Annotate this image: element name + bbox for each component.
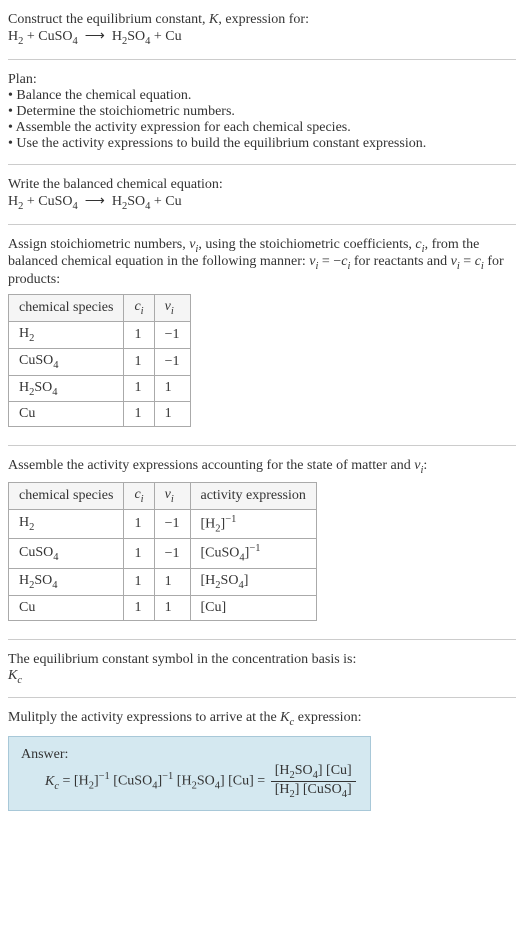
col-species: chemical species — [9, 295, 124, 322]
plan-item: • Use the activity expressions to build … — [8, 136, 516, 152]
stoich-text: Assign stoichiometric numbers, νi, using… — [8, 237, 516, 289]
cell-vi: 1 — [154, 402, 190, 427]
cell-ae: [Cu] — [190, 595, 316, 620]
table-row: CuSO4 1 −1 [CuSO4]−1 — [9, 539, 317, 568]
col-ae: activity expression — [190, 483, 316, 510]
cell-ci: 1 — [124, 568, 154, 595]
cell-vi: 1 — [154, 375, 190, 402]
cell-ae: [CuSO4]−1 — [190, 539, 316, 568]
answer-formula: Kc = [H2]−1 [CuSO4]−1 [H2SO4] [Cu] = [H2… — [21, 763, 358, 800]
col-ci: ci — [124, 295, 154, 322]
cell-species: Cu — [9, 402, 124, 427]
cell-vi: −1 — [154, 539, 190, 568]
col-species: chemical species — [9, 483, 124, 510]
cell-ci: 1 — [124, 348, 154, 375]
answer-box: Answer: Kc = [H2]−1 [CuSO4]−1 [H2SO4] [C… — [8, 736, 371, 811]
cell-ci: 1 — [124, 375, 154, 402]
cell-ae: [H2]−1 — [190, 509, 316, 538]
plan-item: • Assemble the activity expression for e… — [8, 120, 516, 136]
prompt-line1: Construct the equilibrium constant, K, e… — [8, 12, 516, 28]
mult-section: Mulitply the activity expressions to arr… — [8, 706, 516, 822]
cell-vi: −1 — [154, 321, 190, 348]
table-row: H2 1 −1 — [9, 321, 191, 348]
cell-vi: −1 — [154, 348, 190, 375]
cell-species: CuSO4 — [9, 348, 124, 375]
stoich-section: Assign stoichiometric numbers, νi, using… — [8, 233, 516, 438]
col-vi: νi — [154, 295, 190, 322]
cell-species: H2 — [9, 321, 124, 348]
table-row: Cu 1 1 [Cu] — [9, 595, 317, 620]
cell-vi: 1 — [154, 595, 190, 620]
table-row: CuSO4 1 −1 — [9, 348, 191, 375]
cell-vi: 1 — [154, 568, 190, 595]
table-row: H2SO4 1 1 — [9, 375, 191, 402]
activity-section: Assemble the activity expressions accoun… — [8, 454, 516, 630]
cell-ci: 1 — [124, 321, 154, 348]
cell-species: H2SO4 — [9, 568, 124, 595]
balanced-section: Write the balanced chemical equation: H2… — [8, 173, 516, 216]
cell-species: CuSO4 — [9, 539, 124, 568]
table-row: H2 1 −1 [H2]−1 — [9, 509, 317, 538]
table-row: H2SO4 1 1 [H2SO4] — [9, 568, 317, 595]
symbol-value: Kc — [8, 668, 516, 686]
cell-ci: 1 — [124, 595, 154, 620]
plan-item-text: Use the activity expressions to build th… — [16, 136, 426, 151]
balanced-heading: Write the balanced chemical equation: — [8, 177, 516, 193]
cell-ci: 1 — [124, 402, 154, 427]
plan-heading: Plan: — [8, 72, 516, 88]
cell-species: Cu — [9, 595, 124, 620]
plan-item: • Determine the stoichiometric numbers. — [8, 104, 516, 120]
col-ci: ci — [124, 483, 154, 510]
cell-species: H2 — [9, 509, 124, 538]
stoich-table: chemical species ci νi H2 1 −1 CuSO4 1 −… — [8, 294, 191, 427]
table-row: Cu 1 1 — [9, 402, 191, 427]
prompt-equation: H2 + CuSO4 ⟶ H2SO4 + Cu — [8, 28, 516, 47]
plan-item: • Balance the chemical equation. — [8, 88, 516, 104]
activity-text: Assemble the activity expressions accoun… — [8, 458, 516, 476]
cell-species: H2SO4 — [9, 375, 124, 402]
plan-item-text: Determine the stoichiometric numbers. — [16, 104, 235, 119]
cell-vi: −1 — [154, 509, 190, 538]
prompt-section: Construct the equilibrium constant, K, e… — [8, 8, 516, 51]
plan-item-text: Assemble the activity expression for eac… — [16, 120, 351, 135]
symbol-section: The equilibrium constant symbol in the c… — [8, 648, 516, 690]
plan-item-text: Balance the chemical equation. — [16, 88, 191, 103]
answer-label: Answer: — [21, 747, 358, 763]
symbol-text: The equilibrium constant symbol in the c… — [8, 652, 516, 668]
plan-section: Plan: • Balance the chemical equation. •… — [8, 68, 516, 156]
mult-text: Mulitply the activity expressions to arr… — [8, 710, 516, 728]
balanced-equation: H2 + CuSO4 ⟶ H2SO4 + Cu — [8, 193, 516, 212]
activity-table: chemical species ci νi activity expressi… — [8, 482, 317, 621]
col-vi: νi — [154, 483, 190, 510]
cell-ci: 1 — [124, 539, 154, 568]
cell-ci: 1 — [124, 509, 154, 538]
cell-ae: [H2SO4] — [190, 568, 316, 595]
